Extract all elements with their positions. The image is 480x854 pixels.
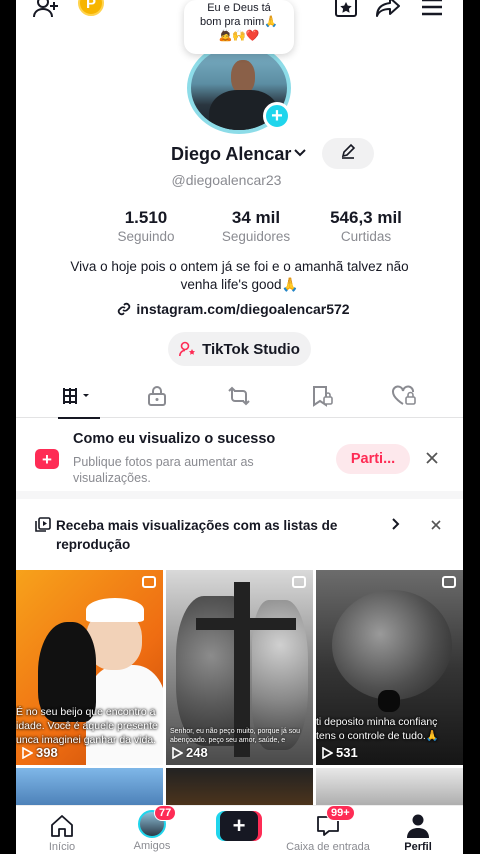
video-thumbnail[interactable]: É no seu beijo que encontro a idade. Voc… bbox=[16, 570, 163, 765]
bottom-nav: Início Amigos 77 + Caixa de entrada 99+ … bbox=[16, 805, 463, 854]
chevron-down-icon bbox=[293, 145, 307, 163]
profile-link[interactable]: instagram.com/diegoalencar572 bbox=[16, 301, 457, 317]
video-caption: tens o controle de tudo.🙏 bbox=[316, 730, 439, 742]
stats-row: 1.510 Seguindo 34 mil Seguidores 546,3 m… bbox=[91, 208, 421, 248]
tab-reposts[interactable] bbox=[209, 374, 269, 418]
success-banner: + Como eu visualizo o sucesso Publique f… bbox=[16, 419, 463, 499]
friends-count-badge: 77 bbox=[154, 805, 177, 821]
inbox-count-badge: 99+ bbox=[326, 805, 355, 821]
tiktok-studio-button[interactable]: TikTok Studio bbox=[168, 332, 311, 366]
nav-profile[interactable]: Perfil bbox=[378, 806, 458, 854]
plus-square-icon: + bbox=[35, 449, 59, 469]
note-line-2: bom pra mim🙏 bbox=[200, 16, 278, 28]
studio-icon bbox=[179, 341, 196, 357]
stat-value: 34 mil bbox=[231, 208, 281, 227]
stat-followers[interactable]: 34 mil Seguidores bbox=[201, 208, 311, 248]
note-bubble[interactable]: Eu e Deus tá bom pra mim🙏 🙇🙌❤️ bbox=[184, 0, 294, 54]
heart-lock-icon bbox=[392, 385, 416, 405]
name-row[interactable]: Diego Alencar bbox=[171, 142, 307, 166]
stat-value: 546,3 mil bbox=[330, 208, 402, 227]
note-line-1: Eu e Deus tá bbox=[207, 2, 271, 14]
person-icon bbox=[407, 814, 429, 838]
chevron-right-icon[interactable] bbox=[391, 517, 401, 536]
add-avatar-button[interactable]: + bbox=[263, 102, 291, 130]
studio-label: TikTok Studio bbox=[202, 340, 300, 358]
photo-mode-icon bbox=[442, 576, 456, 588]
username: @diegoalencar23 bbox=[171, 172, 282, 188]
play-icon bbox=[22, 746, 33, 759]
tab-favorites[interactable] bbox=[292, 374, 352, 418]
stat-likes[interactable]: 546,3 mil Curtidas bbox=[311, 208, 421, 248]
playlist-icon bbox=[35, 517, 51, 538]
pencil-icon bbox=[340, 143, 356, 164]
video-thumbnail[interactable]: Senhor, eu não peço muito, porque já sou… bbox=[166, 570, 313, 765]
nav-label: Amigos bbox=[133, 840, 171, 852]
view-count: 531 bbox=[322, 745, 358, 760]
bio-line-2: venha life's good🙏 bbox=[180, 277, 299, 292]
lock-icon bbox=[148, 386, 166, 406]
note-emojis: 🙇🙌❤️ bbox=[218, 30, 260, 42]
video-thumbnail[interactable]: ti deposito minha confianç tens o contro… bbox=[316, 570, 463, 765]
bookmark-lock-icon bbox=[313, 386, 333, 407]
nav-inbox[interactable]: Caixa de entrada 99+ bbox=[278, 805, 378, 854]
bio-line-1: Viva o hoje pois o ontem já se foi e o a… bbox=[70, 259, 409, 274]
playlist-banner[interactable]: Receba mais visualizações com as listas … bbox=[16, 508, 463, 564]
repost-icon bbox=[228, 386, 250, 406]
close-icon[interactable] bbox=[422, 448, 442, 468]
video-caption: Senhor, eu não peço muito, porque já sou… bbox=[170, 728, 300, 744]
link-text: instagram.com/diegoalencar572 bbox=[136, 301, 350, 317]
nav-label: Início bbox=[48, 841, 76, 853]
profile-screen: P Eu e Deus tá bom pra mim🙏 🙇🙌❤️ + Diego… bbox=[16, 0, 463, 854]
stat-following[interactable]: 1.510 Seguindo bbox=[91, 208, 201, 248]
tab-liked[interactable] bbox=[374, 374, 434, 418]
video-caption: idade. Você é aquele presente bbox=[16, 720, 158, 732]
video-caption: É no seu beijo que encontro a bbox=[16, 706, 156, 718]
nav-home[interactable]: Início bbox=[22, 806, 102, 854]
tab-private[interactable] bbox=[127, 374, 187, 418]
play-icon bbox=[172, 746, 183, 759]
nav-friends[interactable]: Amigos 77 bbox=[112, 805, 192, 854]
view-count-value: 398 bbox=[36, 745, 58, 760]
view-count: 398 bbox=[22, 745, 58, 760]
video-caption: ti deposito minha confianç bbox=[316, 716, 438, 728]
create-button[interactable]: + bbox=[216, 811, 262, 841]
play-icon bbox=[322, 746, 333, 759]
link-icon bbox=[118, 302, 131, 316]
menu-icon[interactable] bbox=[418, 0, 446, 20]
home-icon bbox=[51, 815, 73, 837]
view-count-value: 531 bbox=[336, 745, 358, 760]
banner-title: Como eu visualizo o sucesso bbox=[73, 431, 276, 447]
video-grid: É no seu beijo que encontro a idade. Voc… bbox=[16, 570, 463, 818]
photo-mode-icon bbox=[142, 576, 156, 588]
edit-profile-button[interactable] bbox=[322, 138, 374, 169]
add-friend-icon[interactable] bbox=[32, 0, 60, 20]
nav-label: Caixa de entrada bbox=[286, 841, 370, 853]
start-button[interactable]: Parti... bbox=[336, 444, 410, 474]
view-count: 248 bbox=[172, 745, 208, 760]
plus-icon: + bbox=[220, 811, 258, 841]
bio: Viva o hoje pois o ontem já se foi e o a… bbox=[46, 258, 433, 294]
stat-label: Seguindo bbox=[117, 229, 175, 244]
profile-name: Diego Alencar bbox=[171, 143, 292, 164]
stat-value: 1.510 bbox=[124, 208, 168, 227]
banner-subtitle: Publique fotos para aumentar as visualiz… bbox=[73, 455, 254, 485]
tab-videos[interactable] bbox=[48, 374, 108, 419]
view-count-value: 248 bbox=[186, 745, 208, 760]
content-tabs bbox=[16, 374, 463, 419]
stat-label: Seguidores bbox=[221, 229, 291, 244]
stat-label: Curtidas bbox=[340, 229, 392, 244]
playlist-text: Receba mais visualizações com as listas … bbox=[56, 518, 338, 552]
favorites-icon[interactable] bbox=[332, 0, 360, 20]
coins-icon[interactable]: P bbox=[78, 0, 104, 16]
share-icon[interactable] bbox=[374, 0, 402, 20]
grid-icon bbox=[63, 388, 89, 404]
photo-mode-icon bbox=[292, 576, 306, 588]
close-icon[interactable] bbox=[430, 518, 442, 536]
nav-label: Perfil bbox=[404, 841, 432, 853]
